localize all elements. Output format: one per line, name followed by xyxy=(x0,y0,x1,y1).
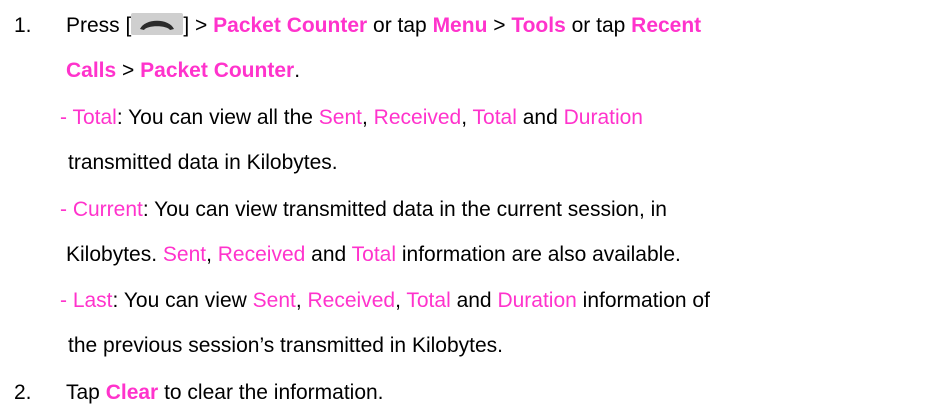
received-term: Received xyxy=(217,243,306,266)
text: : You can view transmitted data in the c… xyxy=(142,198,667,221)
calls-link: Calls xyxy=(66,59,117,82)
last-line-2: the previous session’s transmitted in Ki… xyxy=(68,334,503,357)
document-page: 1. Press [] > Packet Counter or tap Menu … xyxy=(0,0,939,420)
end-call-key-icon xyxy=(131,13,184,35)
text: , xyxy=(206,243,218,266)
step-1-line-1: 1. Press [] > Packet Counter or tap Menu … xyxy=(14,13,701,39)
total-label: Total xyxy=(72,106,117,129)
clear-link: Clear xyxy=(105,381,159,404)
received-term: Received xyxy=(307,289,396,312)
duration-term: Duration xyxy=(563,106,643,129)
text: , xyxy=(295,289,308,312)
bullet-dash: - xyxy=(60,198,73,221)
total-line-1: - Total: You can view all the Sent, Rece… xyxy=(60,105,643,131)
total-term: Total xyxy=(472,106,517,129)
total-term: Total xyxy=(351,243,397,266)
packet-counter-link: Packet Counter xyxy=(213,14,368,37)
text: and xyxy=(305,243,352,266)
current-line-2: Kilobytes. Sent, Received and Total info… xyxy=(66,242,681,268)
text: Kilobytes. xyxy=(66,243,163,266)
text: : You can view all the xyxy=(116,106,319,129)
text: ] > xyxy=(183,14,214,37)
text: or tap xyxy=(565,14,632,37)
text: Tap xyxy=(66,381,106,404)
total-line-2: transmitted data in Kilobytes. xyxy=(68,151,338,174)
sent-term: Sent xyxy=(162,243,207,266)
step-1-line-2: Calls > Packet Counter. xyxy=(66,58,300,84)
step-2-line: 2. Tap Clear to clear the information. xyxy=(14,380,384,406)
text: , xyxy=(395,289,407,312)
total-term: Total xyxy=(406,289,451,312)
bullet-dash: - xyxy=(60,106,73,129)
text: information of xyxy=(576,289,710,312)
received-term: Received xyxy=(373,106,462,129)
text: and xyxy=(516,106,564,129)
duration-term: Duration xyxy=(497,289,577,312)
text: : You can view xyxy=(112,289,253,312)
step-2-number: 2. xyxy=(14,381,32,404)
text: , xyxy=(461,106,473,129)
text: . xyxy=(294,59,301,82)
text: to clear the information. xyxy=(158,381,384,404)
recent-link: Recent xyxy=(631,14,702,37)
packet-counter-link-2: Packet Counter xyxy=(140,59,295,82)
text: Press [ xyxy=(66,14,132,37)
current-label: Current xyxy=(72,198,143,221)
text: > xyxy=(487,14,512,37)
text: or tap xyxy=(367,14,433,37)
sent-term: Sent xyxy=(252,289,296,312)
menu-link: Menu xyxy=(432,14,488,37)
last-line-1: - Last: You can view Sent, Received, Tot… xyxy=(60,288,710,314)
bullet-dash: - xyxy=(60,289,73,312)
current-line-1: - Current: You can view transmitted data… xyxy=(60,197,667,223)
sent-term: Sent xyxy=(318,106,362,129)
text: , xyxy=(362,106,374,129)
text: and xyxy=(450,289,498,312)
text: information are also available. xyxy=(396,243,681,266)
tools-link: Tools xyxy=(511,14,566,37)
text: > xyxy=(116,59,141,82)
last-label: Last xyxy=(72,289,113,312)
step-1-number: 1. xyxy=(14,14,32,37)
